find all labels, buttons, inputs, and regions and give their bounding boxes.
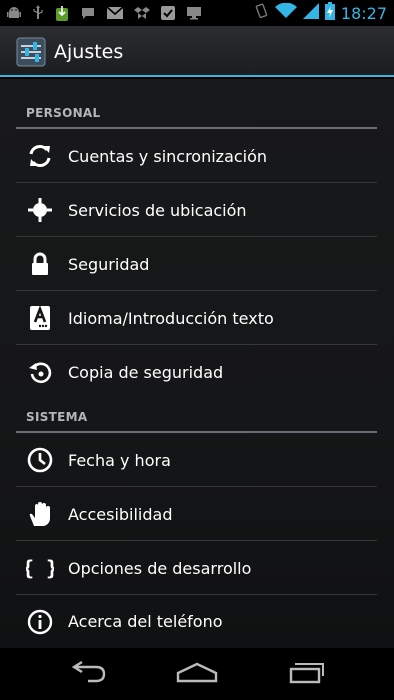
status-bar: 18:27	[0, 0, 394, 26]
vibrate-icon	[253, 3, 269, 23]
settings-item-label: Cuentas y sincronización	[68, 146, 268, 166]
location-icon	[26, 196, 54, 224]
settings-item-developer-options[interactable]: { } Opciones de desarrollo	[16, 542, 377, 595]
settings-item-accessibility[interactable]: Accesibilidad	[16, 488, 377, 541]
settings-item-date-time[interactable]: Fecha y hora	[16, 434, 377, 487]
settings-item-language-input[interactable]: Idioma/Introducción texto	[16, 292, 377, 345]
language-keyboard-icon	[26, 304, 54, 332]
wifi-icon	[274, 2, 297, 23]
clock-icon	[26, 446, 54, 474]
recent-apps-button[interactable]	[277, 658, 337, 690]
gmail-icon	[106, 6, 124, 20]
settings-item-accounts-sync[interactable]: Cuentas y sincronización	[16, 130, 377, 183]
settings-item-label: Copia de seguridad	[68, 363, 224, 382]
svg-text:{ }: { }	[26, 556, 54, 580]
settings-item-label: Idioma/Introducción texto	[68, 308, 274, 328]
recent-apps-icon	[287, 659, 327, 689]
home-button[interactable]	[167, 658, 227, 690]
settings-list[interactable]: PERSONAL Cuentas y sincronización Servic…	[0, 79, 394, 648]
navigation-bar	[0, 648, 394, 700]
task-done-icon	[160, 5, 176, 21]
home-icon	[175, 660, 219, 688]
section-header-system: SISTEMA	[16, 399, 377, 433]
back-icon	[68, 660, 108, 688]
message-icon	[80, 5, 96, 21]
status-clock: 18:27	[340, 3, 387, 23]
battery-charging-icon	[324, 2, 335, 24]
settings-item-label: Servicios de ubicación	[68, 200, 247, 220]
signal-icon	[302, 3, 319, 23]
settings-item-security[interactable]: Seguridad	[16, 238, 377, 291]
system-tray[interactable]: 18:27	[253, 0, 394, 26]
monitor-icon	[186, 5, 202, 21]
settings-item-backup[interactable]: Copia de seguridad	[16, 346, 377, 399]
settings-item-about-phone[interactable]: Acerca del teléfono	[16, 595, 377, 648]
settings-item-location[interactable]: Servicios de ubicación	[16, 184, 377, 237]
sync-icon	[26, 142, 54, 170]
download-icon	[54, 4, 70, 22]
braces-icon: { }	[26, 554, 54, 582]
section-header-label: SISTEMA	[26, 410, 88, 424]
usb-icon	[32, 5, 44, 21]
page-title: Ajustes	[54, 40, 124, 63]
settings-item-label: Accesibilidad	[68, 504, 173, 524]
back-button[interactable]	[58, 658, 118, 690]
android-debug-icon	[6, 5, 22, 21]
backup-restore-icon	[26, 359, 54, 387]
action-bar: Ajustes	[0, 26, 394, 77]
section-header-personal: PERSONAL	[16, 95, 377, 129]
section-header-label: PERSONAL	[26, 106, 101, 120]
settings-item-label: Fecha y hora	[68, 450, 171, 470]
settings-item-label: Acerca del teléfono	[68, 612, 223, 631]
lock-icon	[26, 250, 54, 278]
settings-item-label: Opciones de desarrollo	[68, 558, 252, 578]
hand-icon	[26, 500, 54, 528]
settings-sliders-icon[interactable]	[16, 37, 46, 67]
settings-item-label: Seguridad	[68, 254, 150, 274]
notification-area[interactable]	[0, 0, 202, 26]
info-icon	[26, 608, 54, 636]
dropbox-icon	[134, 5, 150, 21]
